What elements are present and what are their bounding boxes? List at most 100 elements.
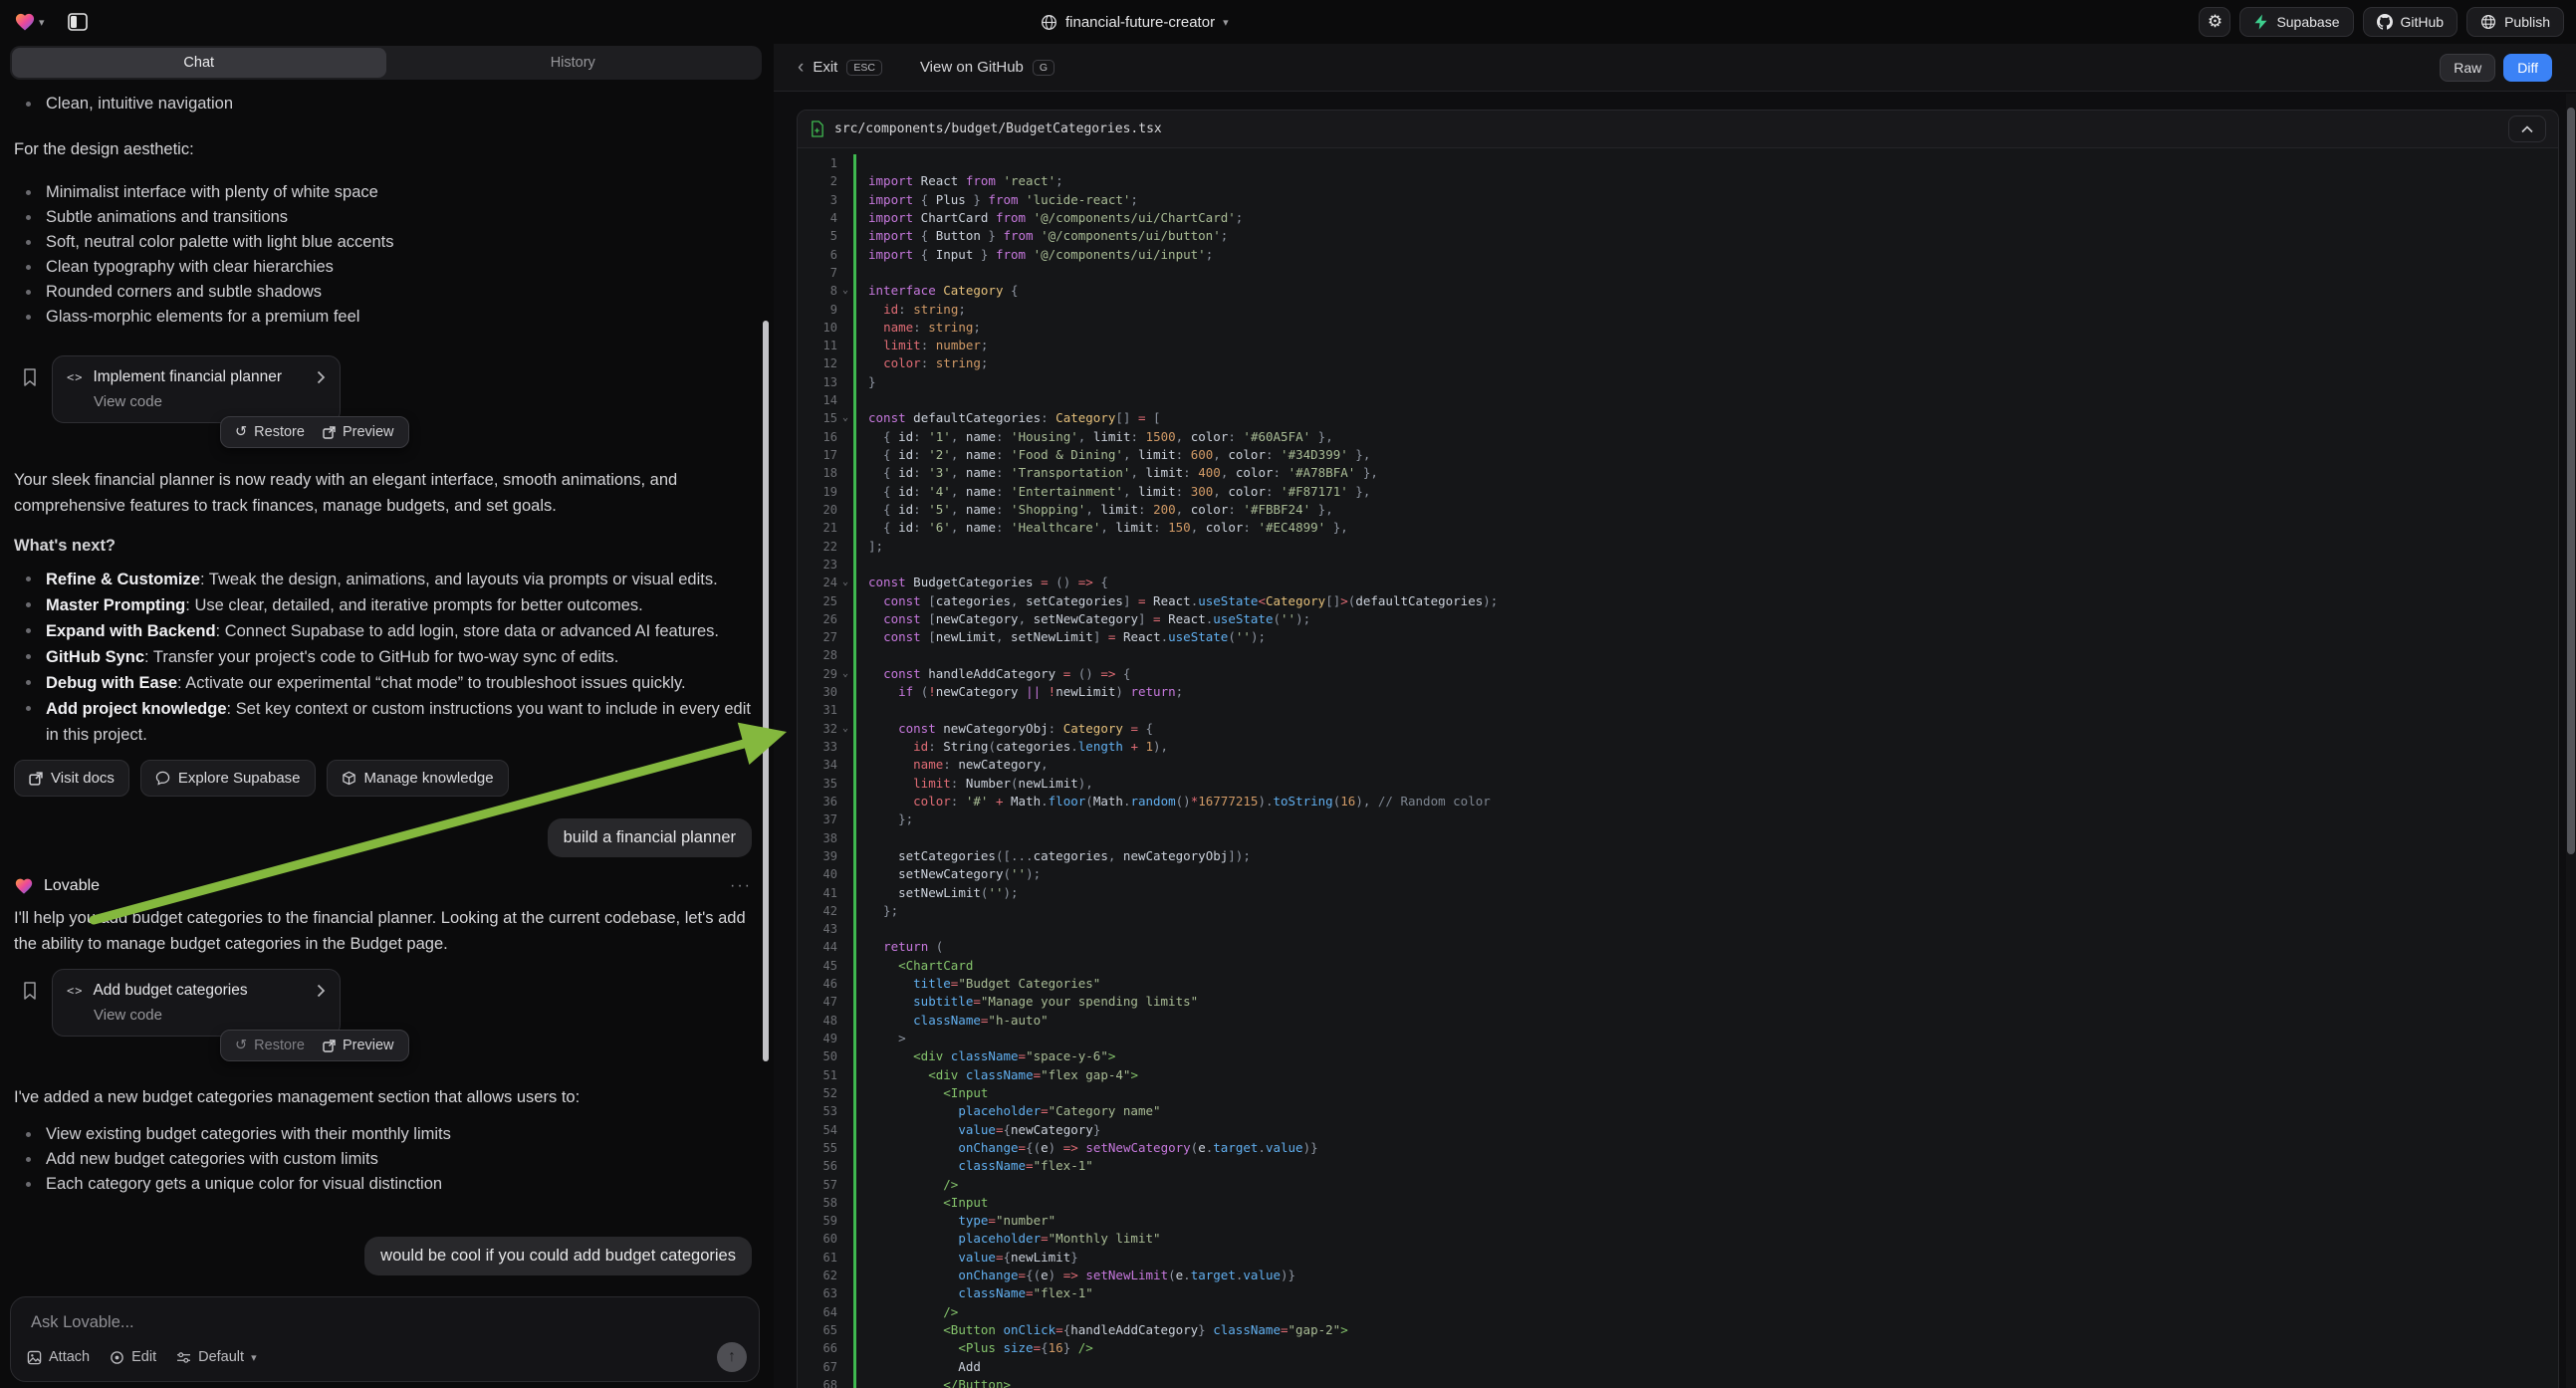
line-number: 7 bbox=[798, 264, 837, 282]
scrollbar-thumb[interactable] bbox=[2567, 108, 2575, 854]
message-menu-button[interactable]: ··· bbox=[730, 877, 752, 895]
page-scrollbar[interactable] bbox=[2566, 94, 2576, 1388]
attach-button[interactable]: Attach bbox=[27, 1349, 90, 1365]
code-text bbox=[856, 154, 868, 172]
code-line: 51 <div className="flex gap-4"> bbox=[798, 1066, 2558, 1084]
fold-spacer bbox=[837, 538, 853, 556]
restore-icon: ↺ bbox=[235, 424, 247, 440]
fold-spacer bbox=[837, 1047, 853, 1065]
target-icon bbox=[110, 1350, 124, 1365]
code-line: 6import { Input } from '@/components/ui/… bbox=[798, 246, 2558, 264]
code-line: 11 limit: number; bbox=[798, 337, 2558, 354]
code-text: subtitle="Manage your spending limits" bbox=[856, 993, 1198, 1011]
code-text: import ChartCard from '@/components/ui/C… bbox=[856, 209, 1243, 227]
version-card-implement-financial-planner[interactable]: <> Implement financial planner View code… bbox=[52, 355, 341, 423]
mode-select[interactable]: Default ▾ bbox=[176, 1349, 256, 1365]
fold-toggle-icon[interactable]: ⌄ bbox=[837, 282, 853, 300]
panel-toggle-icon bbox=[68, 13, 88, 31]
line-number: 66 bbox=[798, 1339, 837, 1357]
code-text: placeholder="Category name" bbox=[856, 1102, 1161, 1120]
bookmark-icon[interactable] bbox=[22, 367, 38, 387]
next-step-item: Master Prompting: Use clear, detailed, a… bbox=[14, 592, 752, 618]
bookmark-icon[interactable] bbox=[22, 981, 38, 1001]
github-button[interactable]: GitHub bbox=[2363, 7, 2459, 37]
raw-toggle-button[interactable]: Raw bbox=[2440, 54, 2495, 82]
fold-toggle-icon[interactable]: ⌄ bbox=[837, 720, 853, 738]
version-card-title: Add budget categories bbox=[93, 982, 307, 1000]
fold-spacer bbox=[837, 1339, 853, 1357]
code-line: 43 bbox=[798, 920, 2558, 938]
code-line: 24⌄const BudgetCategories = () => { bbox=[798, 574, 2558, 591]
line-number: 42 bbox=[798, 902, 837, 920]
code-line: 1 bbox=[798, 154, 2558, 172]
explore-supabase-button[interactable]: Explore Supabase bbox=[140, 760, 316, 797]
edit-button[interactable]: Edit bbox=[110, 1349, 156, 1365]
fold-spacer bbox=[837, 1066, 853, 1084]
code-text: className="flex-1" bbox=[856, 1157, 1093, 1175]
diff-toggle-button[interactable]: Diff bbox=[2503, 54, 2552, 82]
chevron-left-icon: ‹ bbox=[798, 58, 804, 77]
send-button[interactable]: ↑ bbox=[717, 1342, 747, 1372]
code-line: 35 limit: Number(newLimit), bbox=[798, 775, 2558, 793]
fold-spacer bbox=[837, 738, 853, 756]
code-line: 31 bbox=[798, 701, 2558, 719]
reply-paragraph: I'll help you add budget categories to t… bbox=[14, 905, 752, 957]
settings-button[interactable]: ⚙ bbox=[2199, 7, 2230, 37]
bullet-item: Clean typography with clear hierarchies bbox=[14, 255, 752, 280]
view-code-link[interactable]: View code bbox=[94, 393, 326, 410]
exit-button[interactable]: ‹ Exit ESC bbox=[798, 58, 882, 77]
code-text: title="Budget Categories" bbox=[856, 975, 1100, 993]
tab-chat[interactable]: Chat bbox=[12, 48, 386, 78]
sidebar-toggle-button[interactable] bbox=[63, 7, 93, 37]
next-step-item: GitHub Sync: Transfer your project's cod… bbox=[14, 644, 752, 670]
line-number: 13 bbox=[798, 373, 837, 391]
code-line: 60 placeholder="Monthly limit" bbox=[798, 1230, 2558, 1248]
line-number: 20 bbox=[798, 501, 837, 519]
lovable-logo-menu[interactable]: ▾ bbox=[14, 12, 45, 32]
fold-spacer bbox=[837, 756, 853, 774]
restore-button[interactable]: ↺ Restore bbox=[235, 424, 305, 440]
code-line: 33 id: String(categories.length + 1), bbox=[798, 738, 2558, 756]
code-line: 19 { id: '4', name: 'Entertainment', lim… bbox=[798, 483, 2558, 501]
version-toolbar: ↺ Restore Preview bbox=[220, 416, 409, 448]
next-step-item: Add project knowledge: Set key context o… bbox=[14, 696, 752, 748]
code-line: 14 bbox=[798, 391, 2558, 409]
line-number: 2 bbox=[798, 172, 837, 190]
bullet-item: Each category gets a unique color for vi… bbox=[14, 1172, 752, 1197]
code-text: <ChartCard bbox=[856, 957, 973, 975]
line-number: 17 bbox=[798, 446, 837, 464]
publish-button[interactable]: Publish bbox=[2466, 7, 2564, 37]
chat-scrollbar[interactable] bbox=[763, 321, 769, 1061]
manage-knowledge-button[interactable]: Manage knowledge bbox=[327, 760, 509, 797]
code-text: const [categories, setCategories] = Reac… bbox=[856, 592, 1498, 610]
restore-button[interactable]: ↺ Restore bbox=[235, 1038, 305, 1053]
added-file-icon bbox=[810, 120, 824, 137]
project-switcher[interactable]: financial-future-creator ▾ bbox=[1041, 0, 1229, 44]
supabase-bolt-icon bbox=[2253, 14, 2268, 30]
line-number: 51 bbox=[798, 1066, 837, 1084]
chevron-down-icon: ▾ bbox=[39, 16, 45, 29]
line-number: 32 bbox=[798, 720, 837, 738]
preview-button[interactable]: Preview bbox=[323, 1038, 394, 1053]
tab-history[interactable]: History bbox=[386, 48, 761, 78]
user-message: build a financial planner bbox=[548, 818, 752, 857]
fold-toggle-icon[interactable]: ⌄ bbox=[837, 409, 853, 427]
code-line: 61 value={newLimit} bbox=[798, 1249, 2558, 1267]
file-header[interactable]: src/components/budget/BudgetCategories.t… bbox=[798, 111, 2558, 148]
fold-spacer bbox=[837, 1249, 853, 1267]
visit-docs-button[interactable]: Visit docs bbox=[14, 760, 129, 797]
version-card-add-budget-categories[interactable]: <> Add budget categories View code ↺ Res… bbox=[52, 969, 341, 1037]
code-text: const handleAddCategory = () => { bbox=[856, 665, 1130, 683]
chat-input-box[interactable]: Ask Lovable... Attach Edit Default ▾ ↑ bbox=[10, 1296, 760, 1382]
collapse-file-button[interactable] bbox=[2508, 116, 2546, 142]
fold-toggle-icon[interactable]: ⌄ bbox=[837, 574, 853, 591]
fold-spacer bbox=[837, 264, 853, 282]
fold-toggle-icon[interactable]: ⌄ bbox=[837, 665, 853, 683]
supabase-button[interactable]: Supabase bbox=[2239, 7, 2353, 37]
publish-globe-icon bbox=[2480, 14, 2496, 30]
view-on-github-button[interactable]: View on GitHub G bbox=[920, 59, 1054, 76]
sliders-icon bbox=[176, 1351, 191, 1364]
view-code-link[interactable]: View code bbox=[94, 1007, 326, 1024]
fold-spacer bbox=[837, 938, 853, 956]
preview-button[interactable]: Preview bbox=[323, 424, 394, 440]
